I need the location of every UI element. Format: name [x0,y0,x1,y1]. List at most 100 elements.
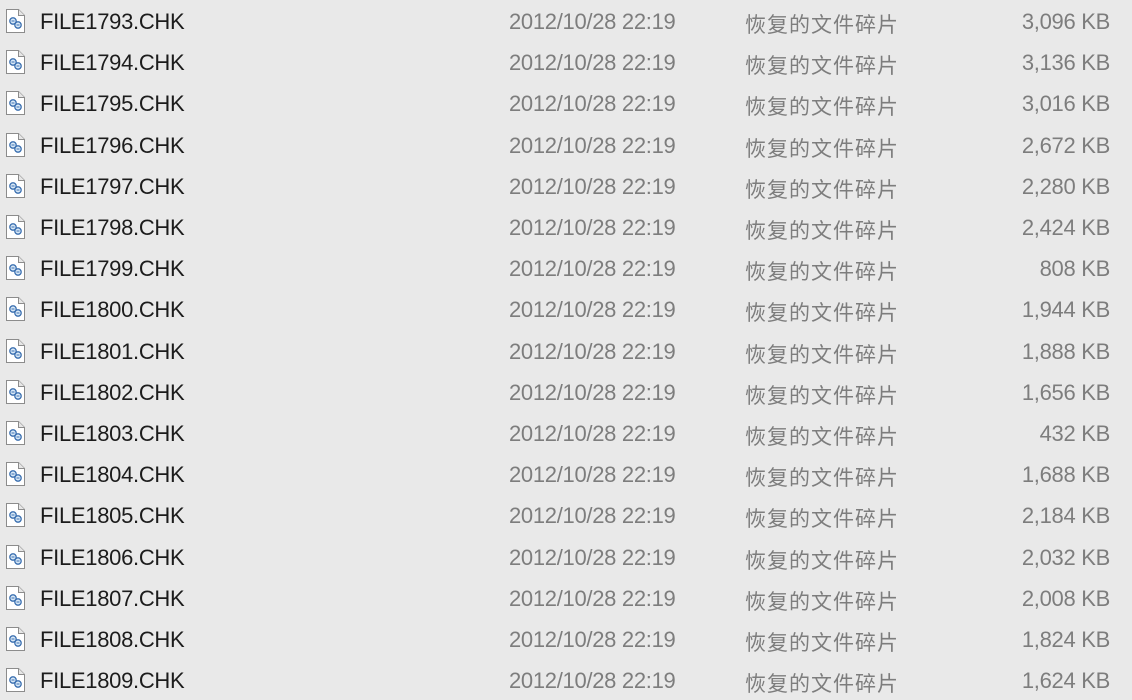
file-name: FILE1803.CHK [40,421,185,446]
file-size: 3,096 KB [1021,9,1110,34]
chk-file-icon [4,8,27,34]
file-modified-date: 2012/10/28 22:19 [509,379,676,405]
file-modified-date: 2012/10/28 22:19 [509,627,676,652]
file-size: 2,280 KB [1021,173,1110,199]
chk-file-icon [4,379,27,405]
file-modified-date: 2012/10/28 22:19 [509,132,676,158]
file-name: FILE1800.CHK [40,297,185,323]
file-modified-date: 2012/10/28 22:19 [509,338,676,364]
file-size: 1,624 KB [1021,668,1110,694]
file-row[interactable]: FILE1797.CHK 2012/10/28 22:19 恢复的文件碎片 2,… [0,165,1132,206]
chk-file-icon [4,49,27,75]
file-row[interactable]: FILE1806.CHK 2012/10/28 22:19 恢复的文件碎片 2,… [0,536,1132,577]
chk-file-icon [4,255,27,281]
file-type: 恢复的文件碎片 [745,342,899,367]
file-size: 3,016 KB [1021,91,1110,117]
file-size: 1,688 KB [1021,462,1110,488]
file-name: FILE1793.CHK [40,9,185,34]
chk-file-icon [4,502,27,528]
file-type: 恢复的文件碎片 [745,54,899,79]
chk-file-icon [4,214,27,240]
file-row[interactable]: FILE1794.CHK 2012/10/28 22:19 恢复的文件碎片 3,… [0,41,1132,82]
file-type: 恢复的文件碎片 [745,466,899,491]
file-modified-date: 2012/10/28 22:19 [509,544,676,570]
file-size: 1,824 KB [1021,627,1110,652]
file-row[interactable]: FILE1804.CHK 2012/10/28 22:19 恢复的文件碎片 1,… [0,453,1132,494]
file-row[interactable]: FILE1795.CHK 2012/10/28 22:19 恢复的文件碎片 3,… [0,82,1132,123]
file-row[interactable]: FILE1803.CHK 2012/10/28 22:19 恢复的文件碎片 43… [0,412,1132,453]
file-row[interactable]: FILE1809.CHK 2012/10/28 22:19 恢复的文件碎片 1,… [0,659,1132,700]
file-row[interactable]: FILE1801.CHK 2012/10/28 22:19 恢复的文件碎片 1,… [0,330,1132,371]
file-size: 1,656 KB [1021,379,1110,405]
file-size: 1,944 KB [1021,297,1110,323]
file-name: FILE1802.CHK [40,379,185,405]
file-modified-date: 2012/10/28 22:19 [509,503,676,529]
file-type: 恢复的文件碎片 [745,589,899,614]
file-name: FILE1796.CHK [40,132,185,158]
file-name: FILE1808.CHK [40,627,185,652]
file-row[interactable]: FILE1802.CHK 2012/10/28 22:19 恢复的文件碎片 1,… [0,371,1132,412]
chk-file-icon [4,420,27,446]
file-size: 2,672 KB [1021,132,1110,158]
file-type: 恢复的文件碎片 [745,177,899,202]
file-modified-date: 2012/10/28 22:19 [509,9,676,34]
file-modified-date: 2012/10/28 22:19 [509,173,676,199]
file-size: 2,424 KB [1021,215,1110,240]
file-row[interactable]: FILE1807.CHK 2012/10/28 22:19 恢复的文件碎片 2,… [0,577,1132,618]
file-row[interactable]: FILE1808.CHK 2012/10/28 22:19 恢复的文件碎片 1,… [0,618,1132,659]
file-row[interactable]: FILE1796.CHK 2012/10/28 22:19 恢复的文件碎片 2,… [0,124,1132,165]
file-row[interactable]: FILE1793.CHK 2012/10/28 22:19 恢复的文件碎片 3,… [0,0,1132,41]
file-size: 808 KB [1039,256,1111,282]
file-size: 432 KB [1039,421,1111,446]
file-type: 恢复的文件碎片 [745,507,899,532]
chk-file-icon [4,585,27,611]
file-type: 恢复的文件碎片 [745,13,899,37]
file-modified-date: 2012/10/28 22:19 [509,91,676,117]
file-name: FILE1801.CHK [40,338,185,364]
file-size: 1,888 KB [1021,338,1110,364]
file-row[interactable]: FILE1799.CHK 2012/10/28 22:19 恢复的文件碎片 80… [0,247,1132,288]
file-type: 恢复的文件碎片 [745,631,899,655]
file-list: FILE1793.CHK 2012/10/28 22:19 恢复的文件碎片 3,… [0,0,1132,700]
file-type: 恢复的文件碎片 [745,425,899,449]
file-modified-date: 2012/10/28 22:19 [509,668,676,694]
file-type: 恢复的文件碎片 [745,548,899,573]
file-name: FILE1805.CHK [40,503,185,529]
chk-file-icon [4,173,27,199]
chk-file-icon [4,296,27,322]
chk-file-icon [4,132,27,158]
file-size: 2,008 KB [1021,585,1110,611]
file-row[interactable]: FILE1805.CHK 2012/10/28 22:19 恢复的文件碎片 2,… [0,494,1132,535]
file-name: FILE1809.CHK [40,668,185,694]
file-name: FILE1806.CHK [40,544,185,570]
file-row[interactable]: FILE1798.CHK 2012/10/28 22:19 恢复的文件碎片 2,… [0,206,1132,247]
file-size: 2,184 KB [1021,503,1110,529]
file-row[interactable]: FILE1800.CHK 2012/10/28 22:19 恢复的文件碎片 1,… [0,288,1132,329]
file-modified-date: 2012/10/28 22:19 [509,50,676,76]
file-type: 恢复的文件碎片 [745,260,899,285]
file-modified-date: 2012/10/28 22:19 [509,585,676,611]
file-type: 恢复的文件碎片 [745,672,899,697]
file-name: FILE1797.CHK [40,173,185,199]
file-type: 恢复的文件碎片 [745,301,899,326]
file-name: FILE1804.CHK [40,462,185,488]
file-size: 3,136 KB [1021,50,1110,76]
chk-file-icon [4,626,27,652]
file-name: FILE1798.CHK [40,215,185,240]
file-name: FILE1794.CHK [40,50,185,76]
chk-file-icon [4,338,27,364]
file-type: 恢复的文件碎片 [745,383,899,408]
chk-file-icon [4,544,27,570]
file-size: 2,032 KB [1021,544,1110,570]
chk-file-icon [4,90,27,116]
file-type: 恢复的文件碎片 [745,219,899,243]
file-modified-date: 2012/10/28 22:19 [509,462,676,488]
file-modified-date: 2012/10/28 22:19 [509,297,676,323]
file-type: 恢复的文件碎片 [745,136,899,161]
file-name: FILE1799.CHK [40,256,185,282]
file-name: FILE1795.CHK [40,91,185,117]
chk-file-icon [4,667,27,693]
file-modified-date: 2012/10/28 22:19 [509,421,676,446]
file-modified-date: 2012/10/28 22:19 [509,215,676,240]
file-modified-date: 2012/10/28 22:19 [509,256,676,282]
